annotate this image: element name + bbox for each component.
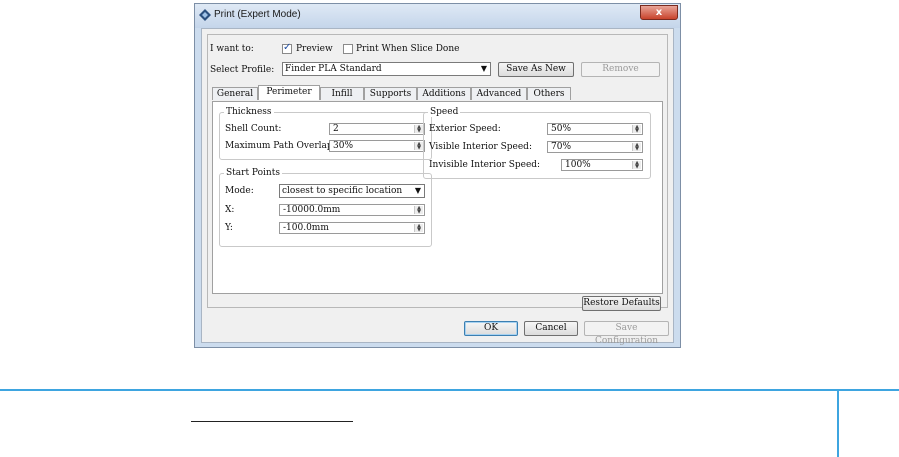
tab-advanced-label: Advanced [476,89,522,99]
close-icon: x [655,7,663,18]
mode-label: Mode: [225,186,254,196]
save-configuration-button[interactable]: Save Configuration [584,321,669,346]
shell-count-label: Shell Count: [225,124,282,134]
speed-group: Speed Exterior Speed: 50% ▲ ▼ Visible Int… [423,107,651,179]
title-bar[interactable]: Print (Expert Mode) x [195,4,680,28]
i-want-to-label: I want to: [210,44,254,54]
ok-label: OK [483,323,499,333]
max-overlap-label: Maximum Path Overlap: [225,141,336,151]
chevron-down-icon: ▼ [414,186,421,195]
close-button[interactable]: x [640,5,678,20]
exterior-speed-input[interactable]: 50% ▲ ▼ [547,123,643,135]
print-when-done-label[interactable]: Print When Slice Done [356,44,459,54]
mode-dropdown[interactable]: closest to specific location ▼ [279,184,425,198]
footnote-rule [191,421,353,422]
remove-label: Remove [602,64,639,74]
divider-line [0,389,899,391]
tab-perimeter-label: Perimeter [266,87,312,97]
exterior-speed-label: Exterior Speed: [429,124,501,134]
tab-supports[interactable]: Supports [364,87,417,100]
spinner-icon[interactable]: ▲ ▼ [632,143,641,152]
tab-additions-label: Additions [422,89,466,99]
cancel-button[interactable]: Cancel [524,321,578,336]
thickness-group: Thickness Shell Count: 2 ▲ ▼ Maximum Path… [219,107,432,160]
y-label: Y: [225,223,233,233]
profile-dropdown[interactable]: Finder PLA Standard ▼ [282,62,491,76]
dialog-client-area: I want to: Preview Print When Slice Done… [201,28,674,346]
profile-value: Finder PLA Standard [285,64,382,74]
tab-infill[interactable]: Infill [320,87,364,100]
tab-general[interactable]: General [212,87,258,100]
tab-perimeter[interactable]: Perimeter [258,85,320,100]
tab-supports-label: Supports [369,89,412,99]
select-profile-label: Select Profile: [210,65,275,75]
shell-count-input[interactable]: 2 ▲ ▼ [329,123,425,135]
tab-additions[interactable]: Additions [417,87,471,100]
settings-frame: I want to: Preview Print When Slice Done… [207,34,668,311]
print-dialog-window: Print (Expert Mode) x I want to: Preview… [194,3,681,348]
save-as-new-button[interactable]: Save As New [498,62,574,77]
spinner-icon[interactable]: ▲ ▼ [414,224,423,233]
spinner-icon[interactable]: ▲ ▼ [632,161,641,170]
chevron-down-icon: ▼ [480,64,487,73]
x-label: X: [225,205,235,215]
thickness-title: Thickness [224,107,274,117]
exterior-speed-value: 50% [551,124,572,134]
tab-advanced[interactable]: Advanced [471,87,527,100]
invisible-interior-speed-input[interactable]: 100% ▲ ▼ [561,159,643,171]
start-points-group: Start Points Mode: closest to specific l… [219,168,432,247]
save-configuration-label: Save Configuration [594,323,659,346]
spinner-icon[interactable]: ▲ ▼ [414,206,423,215]
max-overlap-value: 30% [333,141,354,151]
tab-others-label: Others [533,89,565,99]
save-as-new-label: Save As New [506,64,566,74]
x-input[interactable]: -10000.0mm ▲ ▼ [279,204,425,216]
invisible-interior-speed-value: 100% [565,160,591,170]
tab-infill-label: Infill [331,89,353,99]
invisible-interior-speed-label: Invisible Interior Speed: [429,160,541,170]
remove-button[interactable]: Remove [581,62,660,77]
ok-button[interactable]: OK [464,321,518,336]
x-value: -10000.0mm [283,205,341,215]
visible-interior-speed-label: Visible Interior Speed: [429,142,532,152]
app-icon [199,9,211,21]
spinner-icon[interactable]: ▲ ▼ [632,125,641,134]
cancel-label: Cancel [535,323,567,333]
mode-value: closest to specific location [282,186,403,196]
y-value: -100.0mm [283,223,329,233]
start-points-title: Start Points [224,168,282,178]
spinner-icon[interactable]: ▲ ▼ [414,125,423,134]
tab-others[interactable]: Others [527,87,571,100]
speed-title: Speed [428,107,461,117]
max-overlap-input[interactable]: 30% ▲ ▼ [329,140,425,152]
window-title: Print (Expert Mode) [214,9,301,20]
y-input[interactable]: -100.0mm ▲ ▼ [279,222,425,234]
tab-general-label: General [216,89,254,99]
preview-label[interactable]: Preview [296,44,333,54]
spinner-icon[interactable]: ▲ ▼ [414,142,423,151]
visible-interior-speed-input[interactable]: 70% ▲ ▼ [547,141,643,153]
visible-interior-speed-value: 70% [551,142,572,152]
shell-count-value: 2 [333,124,339,134]
tab-strip: General Perimeter Infill Supports Additi… [212,85,664,102]
restore-defaults-label: Restore Defaults [583,298,660,308]
print-when-done-checkbox[interactable] [343,44,353,54]
perimeter-panel: Thickness Shell Count: 2 ▲ ▼ Maximum Path… [212,101,663,294]
preview-checkbox[interactable] [282,42,292,54]
restore-defaults-button[interactable]: Restore Defaults [582,296,661,311]
vertical-divider [837,390,839,457]
